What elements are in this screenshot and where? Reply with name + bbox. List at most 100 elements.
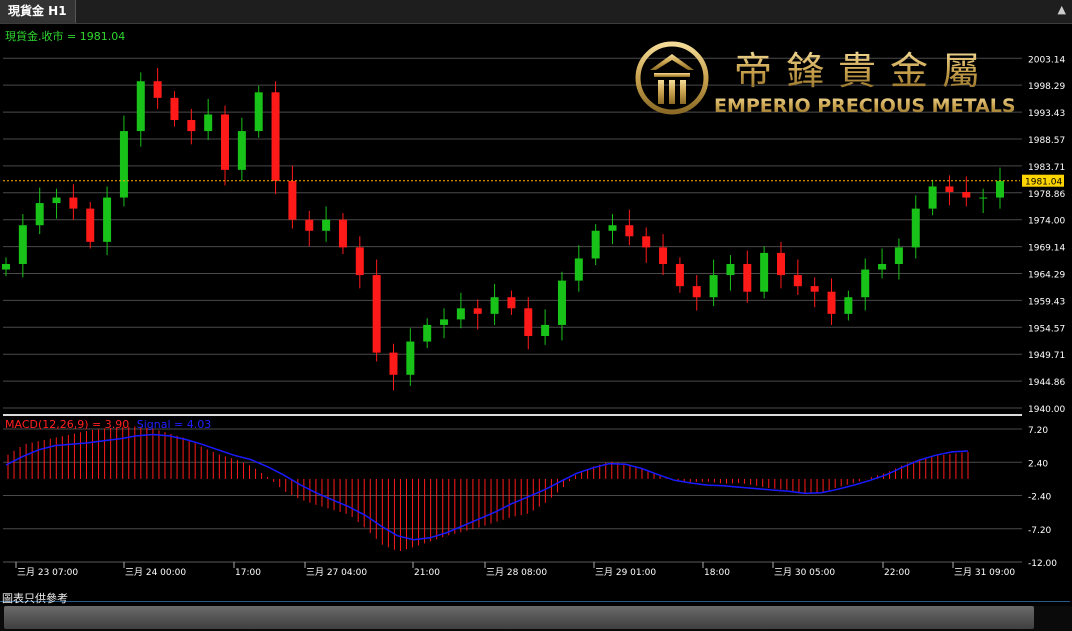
candle-body	[911, 208, 920, 248]
candle-body	[86, 208, 95, 242]
candle-body	[743, 264, 752, 292]
collapse-icon[interactable]: ▲	[1058, 3, 1066, 16]
time-tick-label: 三月 23 07:00	[17, 567, 78, 578]
price-tick-label: 1998.29	[1028, 82, 1065, 92]
candle-body	[372, 275, 381, 353]
candle-body	[608, 225, 617, 231]
candle-body	[103, 197, 112, 242]
candle-body	[692, 286, 701, 298]
candle-body	[760, 252, 769, 292]
current-price-label: 1981.04	[1025, 178, 1062, 188]
candle-body	[996, 180, 1004, 198]
candle-body	[119, 131, 128, 198]
logo-chinese: 帝鋒貴金屬	[734, 49, 994, 93]
price-tick-label: 1959.43	[1028, 297, 1065, 307]
candle-body	[237, 131, 246, 170]
price-tick-label: 1949.71	[1028, 351, 1065, 361]
macd-tick-label: -12.00	[1028, 559, 1057, 569]
scrollbar-thumb[interactable]	[4, 606, 1034, 629]
price-tick-label: 1974.00	[1028, 217, 1065, 227]
macd-tick-label: 2.40	[1028, 459, 1048, 469]
candle-body	[136, 81, 145, 132]
price-tick-label: 1988.57	[1028, 136, 1065, 146]
candle-body	[709, 275, 718, 298]
candle-body	[962, 192, 971, 198]
candle-body	[878, 264, 887, 270]
candle-body	[507, 297, 516, 309]
candle-body	[726, 264, 735, 276]
candle-body	[776, 252, 785, 276]
candle-body	[35, 203, 44, 226]
candle-body	[69, 197, 78, 209]
time-tick-label: 三月 31 09:00	[954, 567, 1015, 578]
time-tick-label: 22:00	[884, 568, 910, 578]
candle-body	[793, 275, 802, 287]
candle-body	[541, 324, 550, 336]
candle-body	[456, 308, 465, 320]
candle-body	[221, 114, 230, 170]
candle-body	[355, 247, 364, 276]
signal-label: Signal = 4.03	[137, 418, 212, 431]
candle-body	[979, 197, 988, 199]
candle-body	[473, 308, 482, 314]
time-tick-label: 17:00	[235, 568, 261, 578]
time-tick-label: 三月 28 08:00	[486, 567, 547, 578]
candle-body	[625, 225, 634, 237]
candle-body	[557, 280, 566, 325]
candle-body	[810, 286, 819, 292]
candle-body	[170, 97, 179, 120]
price-tick-label: 1964.29	[1028, 270, 1065, 280]
candle-body	[204, 114, 213, 132]
candle-body	[406, 341, 415, 375]
time-tick-label: 三月 30 05:00	[774, 567, 835, 578]
candle-body	[305, 219, 314, 231]
price-label: 現貨金.收市 = 1981.04	[5, 29, 125, 43]
svg-text:MACD(12,26,9) = 3.90 Signa: MACD(12,26,9) = 3.90 Signal = 4.03	[5, 418, 211, 431]
price-tick-label: 1944.86	[1028, 378, 1065, 388]
candle-body	[153, 81, 162, 98]
price-tick-label: 1954.57	[1028, 324, 1065, 334]
candle-body	[423, 324, 432, 342]
macd-tick-label: -7.20	[1028, 526, 1052, 536]
candle-body	[490, 297, 499, 314]
candle-body	[844, 297, 853, 314]
candle-body	[288, 180, 297, 220]
candle-body	[524, 308, 533, 336]
time-tick-label: 三月 27 04:00	[306, 567, 367, 578]
time-tick-label: 三月 24 00:00	[125, 567, 186, 578]
time-tick-label: 三月 29 01:00	[595, 567, 656, 578]
logo-english: EMPERIO PRECIOUS METALS	[714, 95, 1014, 117]
macd-tick-label: -2.40	[1028, 493, 1052, 503]
macd-tick-label: 7.20	[1028, 426, 1048, 436]
candle-body	[322, 219, 331, 231]
candle-body	[338, 219, 347, 248]
candle-body	[659, 247, 668, 264]
tab-bar: 現貨金 H1 ▲	[0, 0, 1072, 24]
time-tick-label: 18:00	[704, 568, 730, 578]
candle-body	[2, 264, 10, 270]
tab-chart-title[interactable]: 現貨金 H1	[0, 0, 76, 23]
time-tick-label: 21:00	[414, 568, 440, 578]
candle-body	[591, 230, 600, 259]
candle-body	[389, 352, 398, 375]
chart-disclaimer: 圖表只供參考	[2, 592, 68, 605]
candle-body	[861, 269, 870, 298]
candle-body	[254, 92, 263, 132]
candle-body	[827, 291, 836, 314]
price-tick-label: 1983.71	[1028, 163, 1065, 173]
candle-body	[945, 186, 954, 192]
price-tick-label: 1978.86	[1028, 190, 1065, 200]
candle-body	[675, 264, 684, 287]
price-tick-label: 1969.14	[1028, 244, 1065, 254]
candle-body	[642, 236, 651, 248]
price-tick-label: 1993.43	[1028, 109, 1065, 119]
candle-body	[928, 186, 937, 209]
candle-body	[52, 197, 61, 204]
candle-body	[271, 92, 280, 181]
candle-body	[894, 247, 903, 264]
candle-body	[187, 120, 196, 132]
candle-body	[574, 258, 583, 281]
candle-body	[18, 225, 27, 264]
company-logo: 帝鋒貴金屬 EMPERIO PRECIOUS METALS	[635, 41, 1014, 117]
price-tick-label: 1940.00	[1028, 405, 1065, 415]
